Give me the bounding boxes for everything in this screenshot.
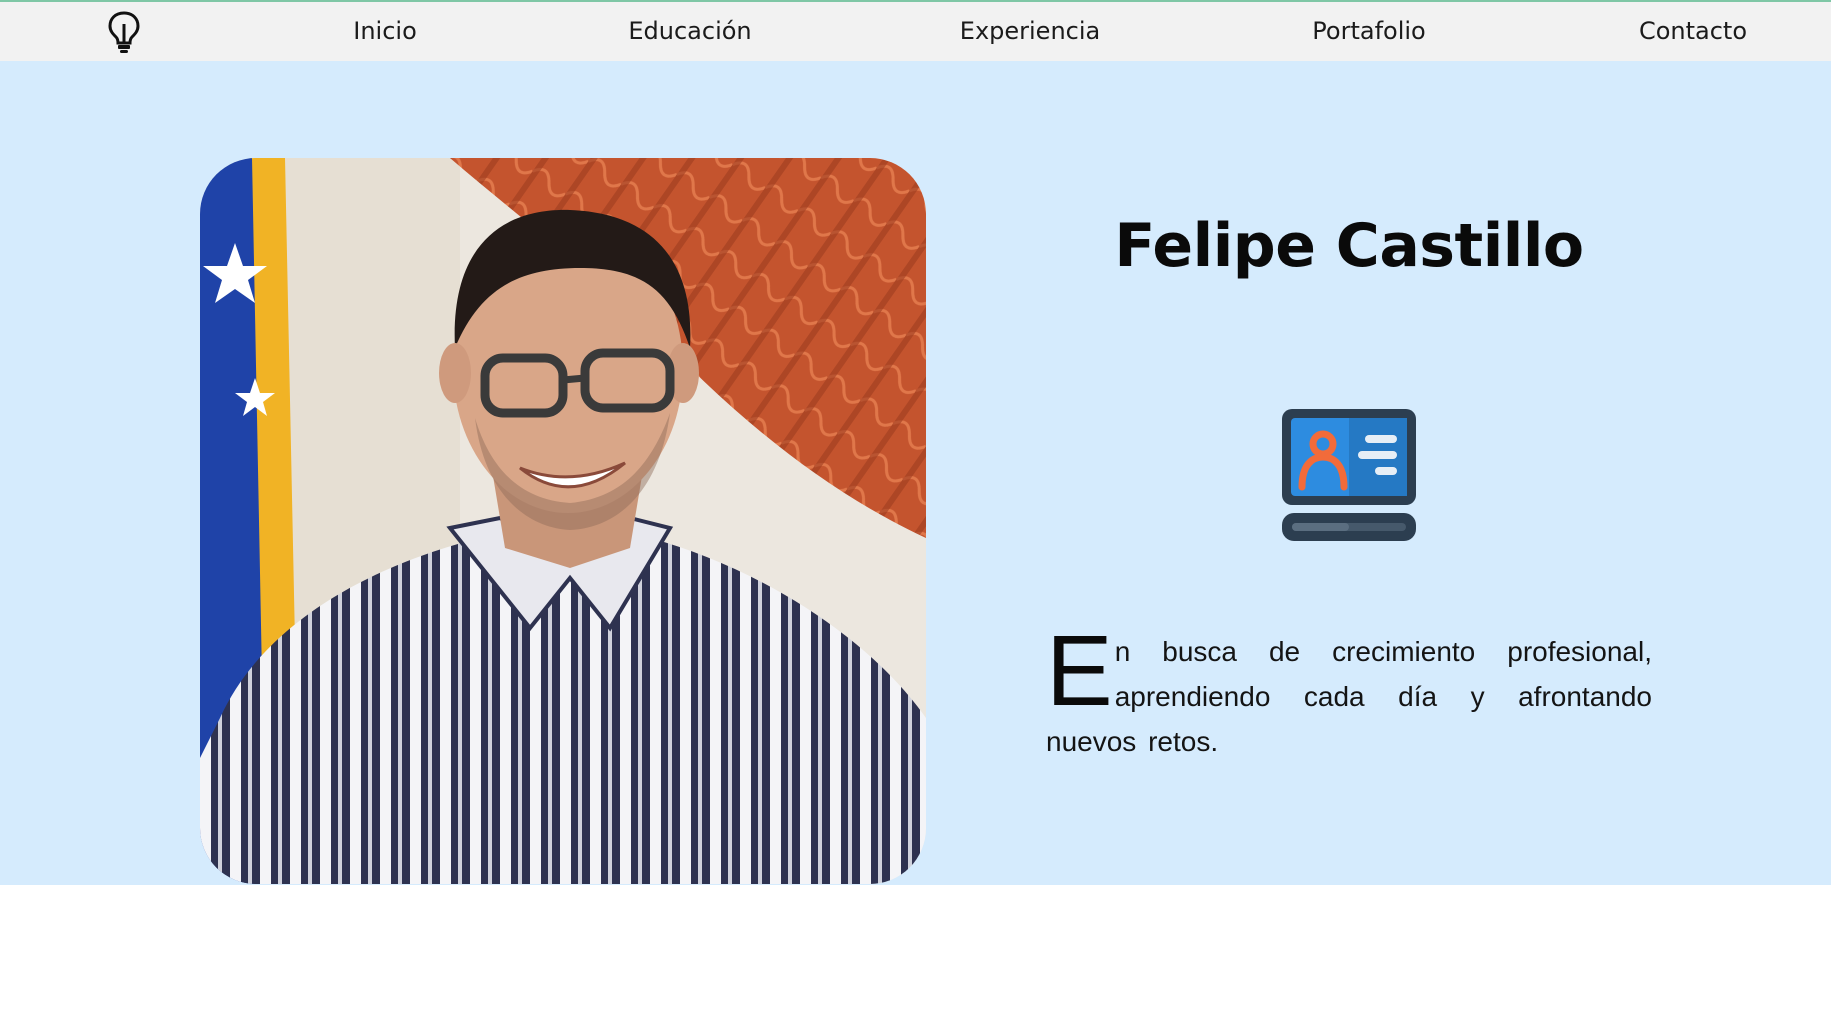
- page-title: Felipe Castillo: [1114, 211, 1584, 281]
- nav-link-educacion[interactable]: Educación: [628, 2, 751, 61]
- tagline-text: En busca de crecimiento profesional, apr…: [1046, 615, 1652, 764]
- profile-card-icon: [1282, 409, 1416, 541]
- tagline-dropcap: E: [1046, 615, 1113, 727]
- nav-link-experiencia[interactable]: Experiencia: [960, 2, 1100, 61]
- hero-section: Felipe Castillo En busca de crecimiento …: [0, 61, 1831, 885]
- tagline-body: n busca de crecimiento profesional, apre…: [1046, 636, 1652, 757]
- lightbulb-icon[interactable]: [105, 10, 143, 54]
- nav-link-contacto[interactable]: Contacto: [1639, 2, 1747, 61]
- nav-link-portafolio[interactable]: Portafolio: [1312, 2, 1425, 61]
- top-navbar: Inicio Educación Experiencia Portafolio …: [0, 0, 1831, 61]
- nav-link-inicio[interactable]: Inicio: [353, 2, 417, 61]
- profile-photo: [200, 158, 926, 884]
